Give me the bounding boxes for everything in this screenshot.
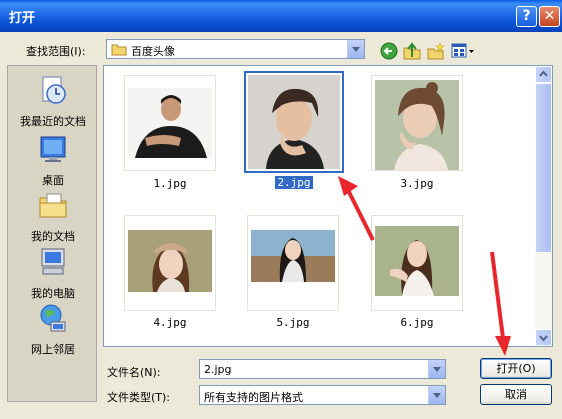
- annotation-arrow-to-selected-file: [346, 189, 375, 241]
- annotation-arrowhead-open: [495, 336, 511, 356]
- open-file-dialog: 打开 ? ✕ 查找范围(I): 百度头像 我最近的文档 桌面 我的文档 我的电脑…: [0, 0, 562, 419]
- annotation-arrowhead-file: [338, 176, 358, 196]
- annotation-arrow-to-open-button: [490, 251, 505, 339]
- annotation-arrows: [338, 176, 511, 356]
